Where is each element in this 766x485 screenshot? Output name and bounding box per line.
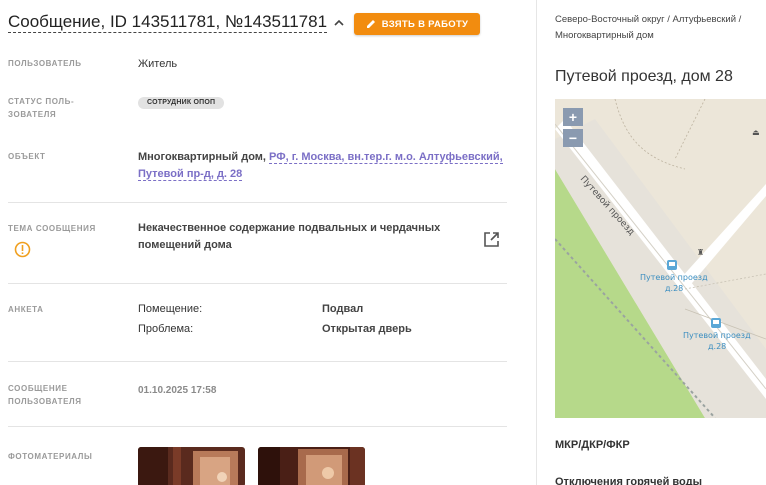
stop-label: Путевой проезд <box>683 331 751 340</box>
divider <box>8 426 507 427</box>
message-panel: Сообщение, ID 143511781, №143511781 ВЗЯТ… <box>0 0 536 485</box>
survey-key: Помещение: <box>138 303 203 315</box>
take-to-work-button[interactable]: ВЗЯТЬ В РАБОТУ <box>354 13 480 35</box>
survey-label: АНКЕТА <box>8 305 44 314</box>
user-label: ПОЛЬЗОВАТЕЛЬ <box>8 59 82 68</box>
object-value: Многоквартирный дом, РФ, г. Москва, вн.т… <box>138 149 503 166</box>
survey-key: Проблема: <box>138 323 194 335</box>
external-link-icon[interactable] <box>483 231 500 248</box>
user-value: Житель <box>138 58 178 70</box>
stop-label: Путевой проезд <box>640 273 708 282</box>
pencil-icon <box>366 20 375 28</box>
breadcrumb: Северо-Восточный округ / Алтуфьевский / … <box>555 12 765 44</box>
status-badge: СОТРУДНИК ОПОП <box>138 97 225 109</box>
page: Сообщение, ID 143511781, №143511781 ВЗЯТ… <box>0 0 766 485</box>
topic-value-1: Некачественное содержание подвальных и ч… <box>138 222 441 234</box>
chevron-up-icon[interactable] <box>333 17 345 29</box>
address-title: Путевой проезд, дом 28 <box>555 68 733 85</box>
survey-value: Подвал <box>322 303 364 315</box>
status-label-1: СТАТУС ПОЛЬ- <box>8 97 75 106</box>
stop-label: д.28 <box>665 284 683 293</box>
object-address-link[interactable]: РФ, г. Москва, вн.тер.г. м.о. Алтуфьевск… <box>269 151 503 164</box>
breadcrumb-line-2: Многоквартирный дом <box>555 30 654 41</box>
object-type: Многоквартирный дом, <box>138 151 266 163</box>
topic-label: ТЕМА СООБЩЕНИЯ <box>8 224 96 233</box>
object-address-link-2[interactable]: Путевой пр-д, д. 28 <box>138 168 243 181</box>
title-row[interactable]: Сообщение, ID 143511781, №143511781 <box>8 12 345 33</box>
map-canvas[interactable]: ♜ ⏏ Путевой проезд Путевой проезд д.28 П… <box>555 99 766 418</box>
bus-stop-icon[interactable] <box>667 260 677 270</box>
divider <box>8 361 507 362</box>
survey-value: Открытая дверь <box>322 323 412 335</box>
svg-text:♜: ♜ <box>697 248 704 257</box>
photo-thumbnail[interactable] <box>258 447 365 485</box>
topic-value-2: помещений дома <box>138 239 232 251</box>
breadcrumb-line-1: Северо-Восточный округ / Алтуфьевский / <box>555 14 742 25</box>
svg-text:⏏: ⏏ <box>752 128 760 137</box>
take-to-work-label: ВЗЯТЬ В РАБОТУ <box>381 18 469 30</box>
divider <box>8 283 507 284</box>
divider <box>8 202 507 203</box>
section-title: МКР/ДКР/ФКР <box>555 439 630 451</box>
message-label-1: СООБЩЕНИЕ <box>8 384 68 393</box>
bus-stop-icon[interactable] <box>711 318 721 328</box>
zoom-in-button[interactable]: + <box>563 108 583 126</box>
stop-label: д.28 <box>708 342 726 351</box>
object-value-line2: Путевой пр-д, д. 28 <box>138 166 243 183</box>
message-label-2: ПОЛЬЗОВАТЕЛЯ <box>8 397 82 406</box>
map[interactable]: ♜ ⏏ Путевой проезд Путевой проезд д.28 П… <box>555 99 766 418</box>
photo-thumbnail[interactable] <box>138 447 245 485</box>
message-date: 01.10.2025 17:58 <box>138 385 217 396</box>
section-title: Отключения горячей воды <box>555 476 702 485</box>
object-label: ОБЪЕКТ <box>8 152 46 161</box>
page-title[interactable]: Сообщение, ID 143511781, №143511781 <box>8 12 328 33</box>
location-panel: Северо-Восточный округ / Алтуфьевский / … <box>537 0 766 485</box>
photos-label: ФОТОМАТЕРИАЛЫ <box>8 452 93 461</box>
warning-icon <box>14 241 31 258</box>
zoom-out-button[interactable]: − <box>563 129 583 147</box>
status-label-2: ЗОВАТЕЛЯ <box>8 110 57 119</box>
